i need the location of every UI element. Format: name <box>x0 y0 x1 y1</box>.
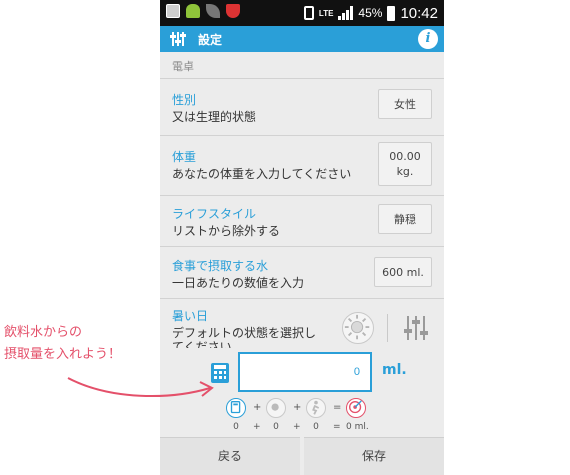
lifestyle-value-button[interactable]: 静穏 <box>378 204 432 234</box>
weight-value-button[interactable]: 00.00 kg. <box>378 142 432 186</box>
android-notification-icon <box>186 4 200 18</box>
weight-label: 体重 <box>172 150 197 164</box>
formula-value-plus-2: + <box>293 422 301 432</box>
settings-sliders-icon[interactable] <box>170 31 186 47</box>
formula-result: 0 ml. <box>346 422 369 432</box>
status-bar: LTE 45% 10:42 <box>160 0 444 26</box>
annotation-arrow-icon <box>67 377 214 397</box>
food-water-label: 食事で摂取する水 <box>172 259 269 273</box>
formula-plus-1: + <box>253 402 262 413</box>
formula-value-3: 0 <box>313 422 319 432</box>
gender-label: 性別 <box>172 93 197 107</box>
sun-icon <box>344 314 370 340</box>
formula-target-icon <box>346 398 366 418</box>
shield-notification-icon <box>226 4 240 18</box>
formula-plus-2: + <box>293 402 302 413</box>
setting-row-weight[interactable]: 体重 あなたの体重を入力してください 00.00 kg. <box>160 135 444 195</box>
gender-description: 又は生理的状態 <box>172 110 257 124</box>
calculation-formula: + + = 0 + 0 + 0 = 0 ml. <box>220 398 390 438</box>
battery-icon <box>387 5 396 21</box>
formula-value-1: 0 <box>233 422 239 432</box>
lifestyle-label: ライフスタイル <box>172 207 257 221</box>
formula-value-plus-1: + <box>253 422 261 432</box>
sun-button[interactable] <box>342 312 374 344</box>
clock: 10:42 <box>400 4 438 22</box>
formula-sun-icon <box>266 398 286 418</box>
action-bar: 設定 i <box>160 26 444 52</box>
hot-day-label: 暑い日 <box>172 309 209 323</box>
weight-description: あなたの体重を入力してください <box>172 167 352 181</box>
water-intake-input[interactable]: 0 <box>238 352 372 392</box>
annotation-line-1: 飲料水からの <box>4 325 83 340</box>
leaf-notification-icon <box>206 4 220 18</box>
weight-unit: kg. <box>396 165 414 178</box>
lifestyle-description: リストから除外する <box>172 224 281 238</box>
page-title: 設定 <box>198 33 223 47</box>
info-icon[interactable]: i <box>418 29 438 49</box>
back-button[interactable]: 戻る <box>160 437 300 475</box>
adjust-sliders-icon[interactable] <box>403 315 429 341</box>
gender-value-button[interactable]: 女性 <box>378 89 432 119</box>
setting-row-hot-day[interactable]: 暑い日 デフォルトの状態を選択し てください <box>160 298 444 348</box>
food-water-description: 一日あたりの数値を入力 <box>172 276 305 290</box>
formula-runner-icon <box>306 398 326 418</box>
total-unit: ml. <box>382 362 407 378</box>
hot-day-divider <box>387 314 388 342</box>
system-icons: LTE 45% 10:42 <box>303 2 438 24</box>
setting-row-gender[interactable]: 性別 又は生理的状態 女性 <box>160 78 444 135</box>
formula-value-equals: = <box>333 422 341 432</box>
vibrate-icon <box>303 6 314 20</box>
notification-icons <box>166 4 240 18</box>
battery-percent: 45% <box>358 6 383 20</box>
formula-value-2: 0 <box>273 422 279 432</box>
weight-value: 00.00 <box>389 150 421 163</box>
setting-row-food-water[interactable]: 食事で摂取する水 一日あたりの数値を入力 600 ml. <box>160 246 444 298</box>
hot-day-description-line2: てください <box>172 340 232 348</box>
food-water-value-button[interactable]: 600 ml. <box>374 257 432 287</box>
setting-row-lifestyle[interactable]: ライフスタイル リストから除外する 静穏 <box>160 195 444 246</box>
gallery-notification-icon <box>166 4 180 18</box>
formula-equals: = <box>333 402 342 413</box>
signal-icon <box>338 6 354 20</box>
section-header: 電卓 <box>172 60 194 73</box>
network-type: LTE <box>318 8 334 18</box>
save-button[interactable]: 保存 <box>304 437 444 475</box>
